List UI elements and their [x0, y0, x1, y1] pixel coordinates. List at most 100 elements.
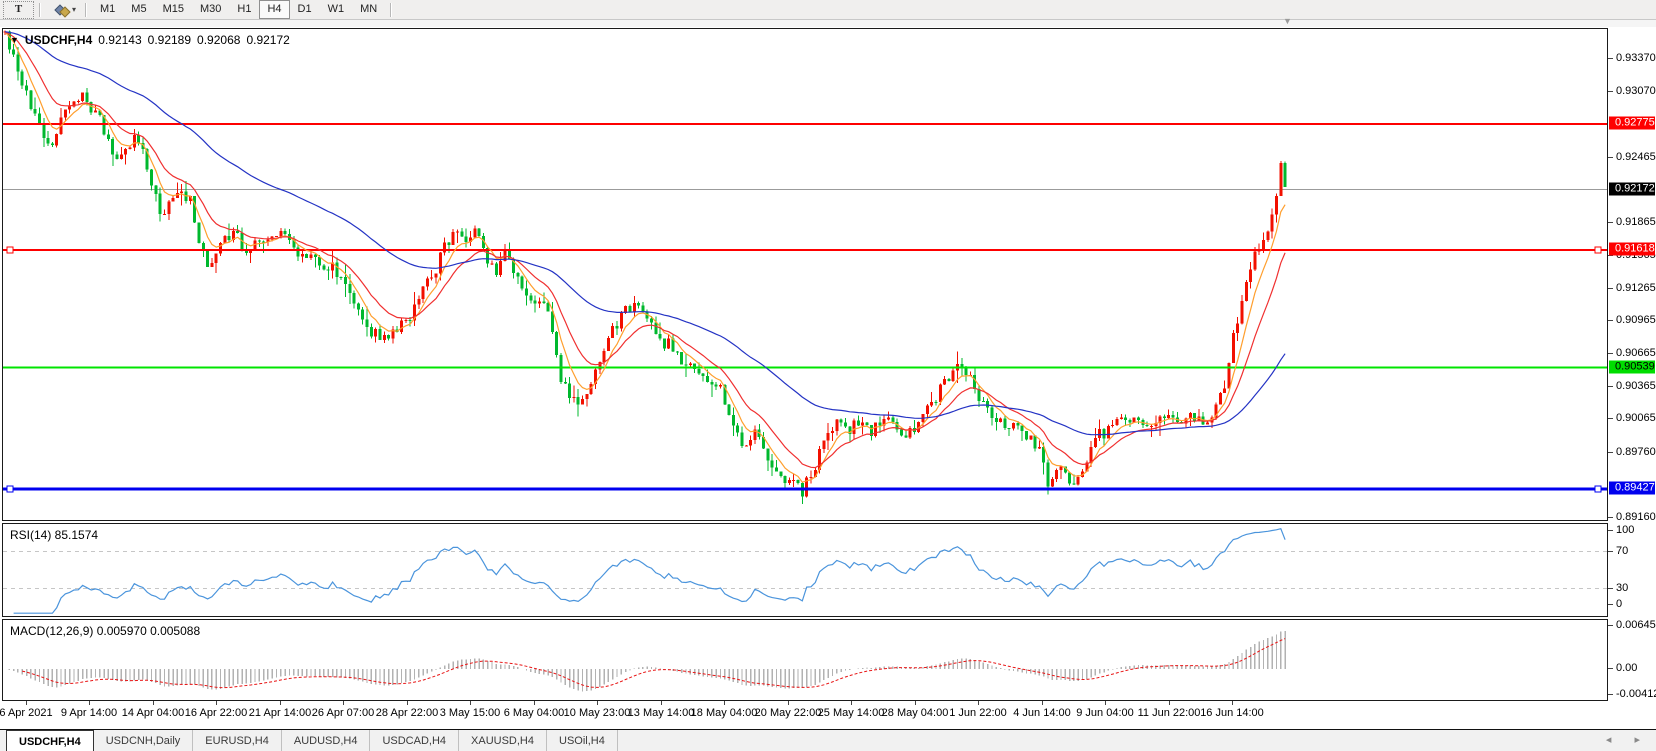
chart-horizontal-scrollbar[interactable]: ▼	[0, 20, 1656, 27]
time-tick	[343, 701, 344, 705]
tab-scroll-arrows: ◂ ▸	[1606, 733, 1650, 746]
time-label: 3 May 15:00	[440, 707, 501, 719]
main-chart-panel[interactable]: ▼ USDCHF,H4 0.92143 0.92189 0.92068 0.92…	[2, 28, 1608, 521]
price-tick-label: 0.90365	[1616, 380, 1656, 392]
price-tick-dash	[1608, 222, 1613, 223]
rsi-tick-dash	[1608, 551, 1613, 552]
timeframe-button-m15[interactable]: M15	[155, 0, 192, 19]
toolbar-separator	[85, 3, 87, 17]
macd-chart[interactable]	[3, 620, 1607, 700]
price-tick-dash	[1608, 91, 1613, 92]
toolbar: T ▾ M1M5M15M30H1H4D1W1MN	[0, 0, 1656, 20]
toolbar-separator	[390, 3, 392, 17]
tab-usdcnh-daily[interactable]: USDCNH,Daily	[94, 730, 194, 751]
scroll-position-marker-icon[interactable]: ▼	[1283, 17, 1292, 26]
time-label: 4 Jun 14:00	[1013, 707, 1071, 719]
time-tick	[1169, 701, 1170, 705]
high-value: 0.92189	[148, 33, 191, 47]
time-tick	[1232, 701, 1233, 705]
price-tick-label: 0.90965	[1616, 314, 1656, 326]
timeframe-button-d1[interactable]: D1	[290, 0, 320, 19]
time-label: 10 May 23:00	[564, 707, 631, 719]
time-tick	[153, 701, 154, 705]
tab-xauusd-h4[interactable]: XAUUSD,H4	[459, 730, 547, 751]
macd-tick-dash	[1608, 668, 1613, 669]
price-tick-label: 0.92465	[1616, 151, 1656, 163]
rsi-chart[interactable]	[3, 524, 1607, 616]
price-axis[interactable]: 0.933700.930700.924650.918650.915650.912…	[1608, 28, 1656, 701]
time-label: 6 May 04:00	[504, 707, 565, 719]
rsi-axis-label: 100	[1616, 524, 1634, 536]
tab-audusd-h4[interactable]: AUDUSD,H4	[282, 730, 371, 751]
tab-scroll-right-icon[interactable]: ▸	[1634, 734, 1650, 746]
rsi-line	[14, 529, 1286, 614]
price-tick-dash	[1608, 288, 1613, 289]
timeframe-button-m5[interactable]: M5	[123, 0, 154, 19]
price-marker-0.89427: 0.89427	[1609, 482, 1655, 495]
price-tick-label: 0.93070	[1616, 85, 1656, 97]
time-tick	[470, 701, 471, 705]
time-label: 6 Apr 2021	[0, 707, 53, 719]
rsi-label: RSI(14) 85.1574	[10, 528, 98, 542]
price-tick-label: 0.89160	[1616, 511, 1656, 523]
macd-panel[interactable]: MACD(12,26,9) 0.005970 0.005088	[2, 619, 1608, 701]
tab-eurusd-h4[interactable]: EURUSD,H4	[193, 730, 282, 751]
time-label: 28 May 04:00	[882, 707, 949, 719]
time-label: 16 Apr 22:00	[185, 707, 247, 719]
timeframe-button-h4[interactable]: H4	[259, 0, 289, 19]
price-tick-label: 0.91865	[1616, 216, 1656, 228]
timeframe-button-mn[interactable]: MN	[352, 0, 385, 19]
timeframe-button-group: M1M5M15M30H1H4D1W1MN	[92, 0, 385, 19]
price-tick-label: 0.93370	[1616, 52, 1656, 64]
price-tick-dash	[1608, 418, 1613, 419]
chart-tab-bar: USDCHF,H4USDCNH,DailyEURUSD,H4AUDUSD,H4U…	[0, 729, 1656, 751]
rsi-panel[interactable]: RSI(14) 85.1574	[2, 523, 1608, 617]
rsi-tick-dash	[1608, 588, 1613, 589]
tab-usdcad-h4[interactable]: USDCAD,H4	[370, 730, 459, 751]
time-tick	[788, 701, 789, 705]
horizontal-level-line-0.89427[interactable]	[3, 486, 1607, 492]
time-label: 21 Apr 14:00	[249, 707, 311, 719]
toolbar-separator	[39, 3, 41, 17]
indicators-dropdown-button[interactable]: ▾	[56, 3, 76, 16]
time-label: 26 Apr 07:00	[312, 707, 374, 719]
trading-terminal-window: T ▾ M1M5M15M30H1H4D1W1MN ▼ ▼ USDCHF,H4 0…	[0, 0, 1656, 751]
time-tick	[216, 701, 217, 705]
price-tick-label: 0.90065	[1616, 412, 1656, 424]
price-tick-dash	[1608, 320, 1613, 321]
price-tick-label: 0.90665	[1616, 347, 1656, 359]
price-marker-0.92172: 0.92172	[1609, 183, 1655, 196]
title-dropdown-icon[interactable]: ▼	[10, 35, 19, 45]
price-tick-dash	[1608, 517, 1613, 518]
time-label: 25 May 14:00	[818, 707, 885, 719]
rsi-tick-dash	[1608, 604, 1613, 605]
time-label: 20 May 22:00	[755, 707, 822, 719]
tab-scroll-left-icon[interactable]: ◂	[1606, 734, 1622, 746]
time-tick	[280, 701, 281, 705]
time-label: 28 Apr 22:00	[376, 707, 438, 719]
macd-axis-label: 0.00	[1616, 662, 1637, 674]
tab-usdchf-h4[interactable]: USDCHF,H4	[6, 730, 94, 751]
macd-histogram	[5, 631, 1285, 691]
text-tool-button[interactable]: T	[3, 1, 34, 19]
candlestick-chart[interactable]	[3, 29, 1607, 520]
rsi-axis-label: 70	[1616, 545, 1628, 557]
time-tick	[724, 701, 725, 705]
tab-usoil-h4[interactable]: USOil,H4	[547, 730, 618, 751]
timeframe-button-h1[interactable]: H1	[229, 0, 259, 19]
timeframe-button-m30[interactable]: M30	[192, 0, 229, 19]
price-tick-label: 0.91265	[1616, 282, 1656, 294]
time-tick	[26, 701, 27, 705]
chart-title: ▼ USDCHF,H4 0.92143 0.92189 0.92068 0.92…	[10, 33, 290, 47]
timeframe-button-w1[interactable]: W1	[320, 0, 353, 19]
time-tick	[597, 701, 598, 705]
timeframe-button-m1[interactable]: M1	[92, 0, 123, 19]
price-marker-0.92775: 0.92775	[1609, 117, 1655, 130]
time-label: 18 May 04:00	[691, 707, 758, 719]
price-marker-0.91618: 0.91618	[1609, 243, 1655, 256]
macd-tick-dash	[1608, 625, 1613, 626]
horizontal-level-line-0.91618[interactable]	[3, 247, 1607, 253]
time-tick	[915, 701, 916, 705]
time-label: 14 Apr 04:00	[122, 707, 184, 719]
time-axis[interactable]: 6 Apr 20219 Apr 14:0014 Apr 04:0016 Apr …	[0, 701, 1656, 729]
